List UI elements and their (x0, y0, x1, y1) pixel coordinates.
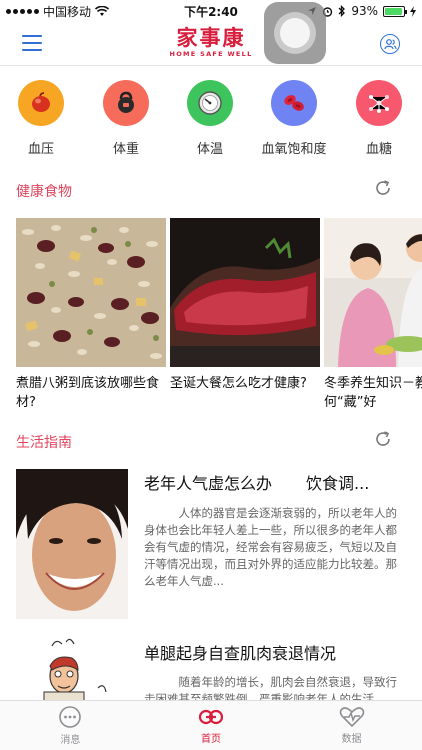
healthy-food-carousel[interactable]: 煮腊八粥到底该放哪些食材? 圣诞大餐怎么吃才健康? 冬季养生知识－教 何“藏”好 (0, 218, 422, 418)
status-time: 下午2:40 (184, 4, 238, 19)
user-profile-button[interactable] (380, 34, 400, 54)
food-card[interactable]: 冬季养生知识－教你如何“藏”好 (324, 218, 422, 412)
article-title: 老年人气虚怎么办 饮食调... (144, 470, 369, 494)
tab-data[interactable]: 数据 (281, 701, 422, 750)
food-image-family (324, 218, 422, 367)
logo-text: 家事康 (176, 25, 246, 50)
food-title: 圣诞大餐怎么吃才健康? (170, 376, 307, 391)
app-screen: 中国移动 下午2:40 93% 家事康 HOME SAFE WELL 血压 体重… (0, 0, 422, 750)
refresh-icon[interactable] (374, 179, 392, 197)
blood-cells-icon (271, 80, 317, 126)
carrier-label: 中国移动 (43, 4, 92, 19)
category-label: 体温 (196, 142, 223, 157)
article-item[interactable]: 单腿起身自查肌肉衰退情况 随着年龄的增长，肌肉会自然衰退，导致行走困难甚至频繁跌… (0, 636, 422, 706)
section-title: 生活指南 (16, 435, 72, 451)
food-card[interactable]: 圣诞大餐怎么吃才健康? (170, 218, 320, 393)
chat-bubble-icon (59, 706, 82, 728)
app-logo: 家事康 HOME SAFE WELL (166, 25, 256, 59)
food-card[interactable]: 煮腊八粥到底该放哪些食材? (16, 218, 166, 412)
food-title: 冬季养生知识－教你如何“藏”好 (324, 376, 422, 410)
bottom-tab-bar: 消息 首页 数据 (0, 700, 422, 750)
food-image-steak (170, 218, 320, 367)
food-image-grains (16, 218, 166, 367)
battery-icon (383, 5, 407, 17)
tab-label: 首页 (201, 734, 221, 745)
thermometer-icon (187, 80, 233, 126)
blood-pressure-icon (18, 80, 64, 126)
heart-rate-icon (339, 707, 364, 728)
user-group-icon (383, 39, 397, 50)
link-home-icon (198, 709, 224, 725)
category-label: 血压 (27, 142, 54, 157)
article-image-woman (16, 469, 128, 619)
food-title: 煮腊八粥到底该放哪些食材? (16, 376, 160, 410)
status-bar: 中国移动 下午2:40 93% (0, 0, 422, 22)
category-label: 血氧饱和度 (261, 142, 327, 157)
category-temperature[interactable]: 体温 (170, 80, 250, 157)
category-label: 体重 (112, 142, 139, 157)
life-guide-header: 生活指南 (0, 430, 422, 454)
assistive-touch-button[interactable] (264, 2, 326, 64)
refresh-icon[interactable] (374, 430, 392, 448)
article-image-cartoon (16, 636, 128, 702)
article-summary: 人体的器官是会逐渐衰弱的，所以老年人的身体也会比年轻人差上一些，所以很多的老年人… (144, 506, 397, 588)
logo-subtext: HOME SAFE WELL (169, 50, 253, 58)
menu-button[interactable] (22, 35, 42, 51)
category-blood-pressure[interactable]: 血压 (1, 80, 81, 157)
tab-label: 数据 (341, 734, 362, 745)
category-blood-oxygen[interactable]: 血氧饱和度 (254, 80, 334, 157)
category-blood-sugar[interactable]: 血糖 (339, 80, 419, 157)
article-item[interactable]: 老年人气虚怎么办 饮食调... 人体的器官是会逐渐衰弱的，所以老年人的身体也会比年… (0, 469, 422, 621)
section-title: 健康食物 (16, 184, 72, 200)
bluetooth-icon (338, 5, 346, 17)
kettlebell-icon (103, 80, 149, 126)
tab-home[interactable]: 首页 (141, 701, 282, 750)
category-row: 血压 体重 体温 血氧饱和度 血糖 (0, 80, 422, 170)
article-title: 单腿起身自查肌肉衰退情况 (144, 644, 337, 663)
healthy-food-header: 健康食物 (0, 179, 422, 203)
battery-percent: 93% (351, 4, 378, 18)
wifi-icon (95, 5, 110, 16)
article-title-secondary: 饮食调... (306, 474, 370, 493)
signal-icon (6, 8, 39, 14)
tab-messages[interactable]: 消息 (0, 701, 141, 750)
charging-icon (410, 5, 416, 17)
article-title-main: 老年人气虚怎么办 (144, 474, 273, 493)
category-weight[interactable]: 体重 (86, 80, 166, 157)
category-label: 血糖 (365, 142, 392, 157)
app-header: 家事康 HOME SAFE WELL (0, 22, 422, 66)
tab-label: 消息 (60, 735, 81, 746)
molecule-icon (356, 80, 402, 126)
